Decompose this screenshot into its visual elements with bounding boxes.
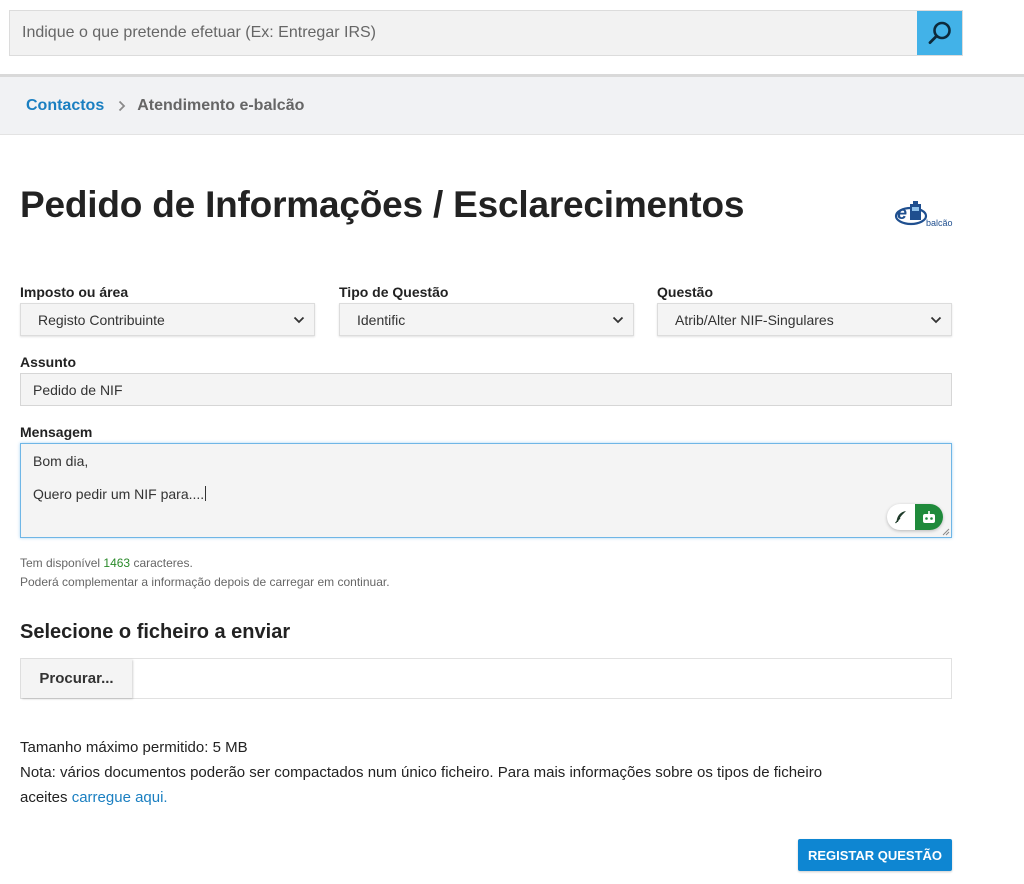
text-caret — [205, 486, 207, 501]
e-balcao-logo: e balcão — [892, 196, 958, 232]
breadcrumb-current: Atendimento e-balcão — [137, 96, 305, 114]
mensagem-textarea[interactable]: Bom dia, Quero pedir um NIF para.... — [20, 443, 952, 538]
char-count-prefix: Tem disponível — [20, 556, 101, 570]
e-balcao-logo-icon: e balcão — [894, 201, 953, 228]
browse-button[interactable]: Procurar... — [21, 659, 132, 698]
complement-note: Poderá complementar a informação depois … — [20, 575, 390, 589]
imposto-label: Imposto ou área — [20, 284, 129, 300]
chevron-down-icon — [930, 316, 942, 324]
page-title: Pedido de Informações / Esclarecimentos — [20, 184, 745, 225]
chevron-right-icon — [118, 100, 126, 112]
char-count-suffix: caracteres. — [133, 556, 193, 570]
assunto-input[interactable]: Pedido de NIF — [20, 373, 952, 406]
mensagem-line-2: Quero pedir um NIF para.... — [33, 486, 205, 502]
chevron-down-icon — [612, 316, 624, 324]
tipo-select-value: Identific — [357, 311, 406, 328]
svg-text:e: e — [897, 203, 907, 223]
mensagem-label: Mensagem — [20, 424, 93, 440]
breadcrumb-contactos-link[interactable]: Contactos — [26, 97, 104, 115]
imposto-select-value: Registo Contribuinte — [38, 311, 165, 328]
file-types-link[interactable]: carregue aqui. — [72, 789, 168, 806]
tipo-label: Tipo de Questão — [339, 284, 449, 300]
robot-icon — [923, 511, 935, 523]
textarea-tools — [887, 504, 943, 530]
svg-text:balcão: balcão — [926, 218, 953, 228]
ai-assistant-button[interactable] — [915, 504, 943, 530]
questao-label: Questão — [657, 284, 714, 300]
tipo-select[interactable]: Identific — [339, 303, 634, 336]
char-count-value: 1463 — [103, 556, 131, 570]
register-question-button[interactable]: REGISTAR QUESTÃO — [798, 839, 952, 871]
assunto-value: Pedido de NIF — [33, 381, 123, 398]
upload-note-line-1: Nota: vários documentos poderão ser comp… — [20, 764, 823, 781]
assunto-label: Assunto — [20, 354, 76, 370]
max-size-text: Tamanho máximo permitido: 5 MB — [20, 739, 248, 756]
upload-section-title: Selecione o ficheiro a enviar — [20, 621, 291, 643]
file-input[interactable]: Procurar... — [20, 658, 952, 699]
questao-select-value: Atrib/Alter NIF-Singulares — [675, 311, 834, 328]
search-button[interactable] — [917, 11, 962, 55]
search-input[interactable] — [10, 11, 918, 55]
mensagem-line-1: Bom dia, — [33, 453, 89, 469]
char-count-text: Tem disponível 1463 caracteres. — [20, 556, 193, 570]
questao-select[interactable]: Atrib/Alter NIF-Singulares — [657, 303, 952, 336]
imposto-select[interactable]: Registo Contribuinte — [20, 303, 315, 336]
chevron-down-icon — [293, 316, 305, 324]
search-bar — [9, 10, 963, 56]
feather-icon — [895, 511, 906, 524]
breadcrumb: Contactos Atendimento e-balcão — [0, 74, 1024, 135]
upload-note-prefix: aceites — [20, 789, 68, 806]
resize-handle-icon[interactable] — [941, 527, 950, 536]
search-icon — [928, 21, 951, 45]
grammar-tool-button[interactable] — [887, 504, 915, 530]
upload-note-line-2: aceites carregue aqui. — [20, 789, 168, 806]
